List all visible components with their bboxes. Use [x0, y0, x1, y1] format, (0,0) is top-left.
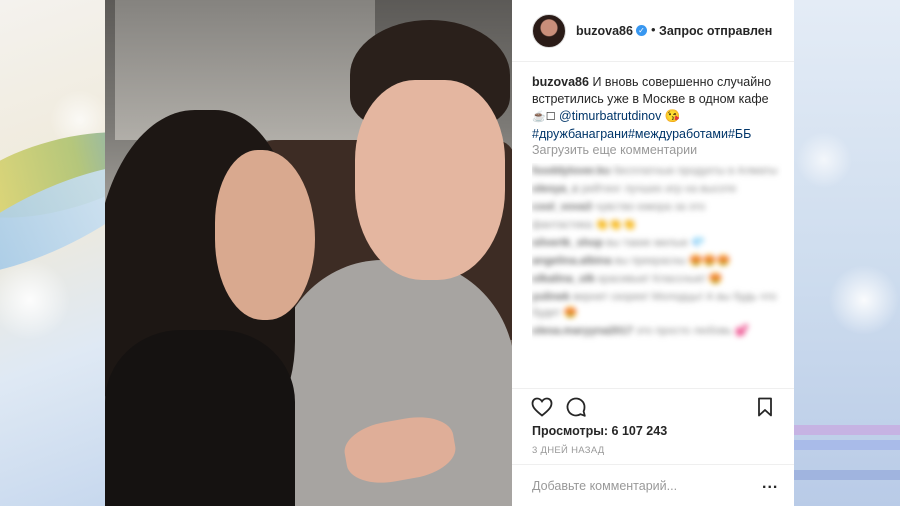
caption-emoji: ☕☐	[532, 111, 556, 123]
list-item: angelina.albina вы прекрасны 😍😍😍	[532, 253, 782, 269]
decorative-stripe	[794, 440, 900, 450]
list-item: fooddylover.ku бесплатные продукты в Алм…	[532, 163, 782, 179]
list-item: silvertk_shop вы такие милые 💎	[532, 235, 782, 251]
more-options-icon[interactable]: ...	[762, 475, 778, 493]
caption-mention-emoji: 😘	[664, 109, 681, 123]
decorative-stripe	[794, 425, 900, 435]
comment-text: бесплатные продукты в Алматы	[613, 165, 778, 177]
comment-username[interactable]: cool_vova3	[532, 201, 592, 213]
comment-username[interactable]: olkalina_olk	[532, 273, 595, 285]
post-side-panel: buzova86 ✓ • Запрос отправлен buzova86 И…	[512, 0, 794, 506]
right-background-decoration	[794, 0, 900, 506]
list-item: cool_vova3 чувство юмора за это	[532, 199, 782, 215]
caption-mention-link[interactable]: @timurbatrutdinov	[559, 109, 661, 123]
comment-text: красивые! Классные! 😍	[598, 273, 723, 285]
comment-username[interactable]: fooddylover.ku	[532, 165, 610, 177]
load-more-comments-link[interactable]: Загрузить еще комментарии	[532, 143, 697, 157]
comment-username[interactable]: olesya_c	[532, 183, 578, 195]
heart-icon[interactable]	[530, 395, 554, 419]
add-comment-bar: ...	[512, 464, 794, 506]
post-actions-bar	[512, 388, 794, 422]
decorative-stripe	[794, 470, 900, 480]
post-photo[interactable]	[105, 0, 512, 506]
comment-text: вы такие милые 💎	[605, 237, 705, 249]
post-timestamp[interactable]: 3 ДНЕЙ НАЗАД	[532, 445, 605, 456]
comment-text: вы прекрасны 😍😍😍	[614, 255, 731, 267]
post-header: buzova86 ✓ • Запрос отправлен	[512, 0, 794, 62]
separator-dot: •	[651, 22, 656, 37]
comment-text: фантастика 👏👏👏	[532, 219, 637, 231]
list-item: olesya_c рейтинг лучших игр на высоте	[532, 181, 782, 197]
comment-username[interactable]: angelina.albina	[532, 255, 611, 267]
list-item: olesa.maryyna2017 это просто любовь 💕	[532, 323, 782, 339]
caption-username[interactable]: buzova86	[532, 75, 589, 89]
author-username[interactable]: buzova86	[576, 24, 633, 38]
photo-woman-body	[105, 330, 295, 506]
verified-badge-icon: ✓	[636, 25, 647, 36]
left-background-decoration	[0, 0, 105, 506]
views-number: 6 107 243	[611, 424, 668, 438]
photo-man-face	[355, 80, 505, 280]
list-item: olkalina_olk красивые! Классные! 😍	[532, 271, 782, 287]
comment-text: рейтинг лучших игр на высоте	[581, 183, 737, 195]
views-count: Просмотры: 6 107 243	[532, 424, 667, 438]
comment-input[interactable]	[532, 477, 752, 495]
caption-hashtags-link[interactable]: #дружбанаграни#междуработами#ББ	[532, 127, 751, 141]
comment-username[interactable]: olesa.maryyna2017	[532, 325, 633, 337]
comment-text: чувство юмора за это	[594, 201, 706, 213]
bookmark-icon[interactable]	[753, 395, 777, 419]
comment-text: это просто любовь 💕	[635, 325, 749, 337]
views-label: Просмотры:	[532, 424, 609, 438]
comments-list: fooddylover.ku бесплатные продукты в Алм…	[532, 163, 782, 385]
follow-status-button[interactable]: Запрос отправлен	[659, 24, 772, 38]
comment-bubble-icon[interactable]	[564, 395, 588, 419]
comment-username[interactable]: silvertk_shop	[532, 237, 603, 249]
comment-username[interactable]: yulinek	[532, 291, 570, 303]
avatar[interactable]	[532, 14, 566, 48]
list-item: yulinek вернет скорее! Молодцы! А вы буд…	[532, 289, 782, 321]
list-item: фантастика 👏👏👏	[532, 217, 782, 233]
post-caption: buzova86 И вновь совершенно случайно вст…	[532, 74, 782, 143]
